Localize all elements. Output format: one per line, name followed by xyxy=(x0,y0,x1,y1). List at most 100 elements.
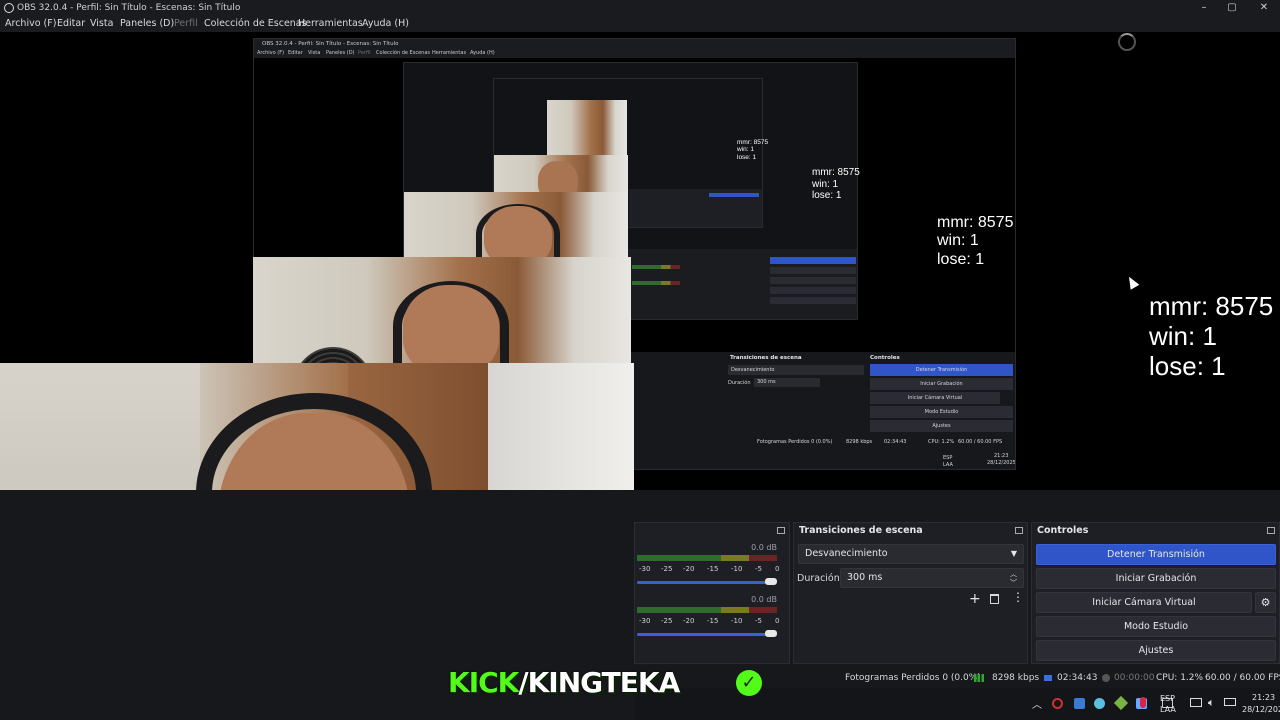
stats-overlay-medium: mmr: 8575 win: 1 lose: 1 xyxy=(937,214,1013,269)
menu-archivo[interactable]: Archivo (F) xyxy=(5,16,56,32)
chevron-up-icon[interactable]: ︿ xyxy=(1032,696,1042,711)
add-transition-icon[interactable]: + xyxy=(969,591,981,607)
menu-ayuda[interactable]: Ayuda (H) xyxy=(362,16,409,32)
mixer-tick-label: -20 xyxy=(683,617,695,625)
menu-bar: Archivo (F) Editar Vista Paneles (D) Per… xyxy=(0,16,1280,32)
nested-menu-item: Colección de Escenas xyxy=(376,50,430,56)
mixer-tick-label: 0 xyxy=(775,617,780,625)
stats-overlay-small: mmr: 8575 win: 1 lose: 1 xyxy=(812,167,860,202)
win-text: win: 1 xyxy=(737,146,754,154)
menu-editar[interactable]: Editar xyxy=(57,16,85,32)
undock-icon[interactable] xyxy=(1267,527,1275,534)
signal-strength-icon xyxy=(974,674,984,682)
window-title: OBS 32.0.4 - Perfil: Sin Título - Escena… xyxy=(17,3,241,13)
transition-select[interactable]: Desvanecimiento ▼ xyxy=(798,544,1024,564)
record-time: 00:00:00 xyxy=(1114,673,1155,683)
mixer-level-2: 0.0 dB xyxy=(751,595,777,604)
win-text: win: 1 xyxy=(1149,320,1217,351)
volume-icon[interactable]: 🔈︎ xyxy=(1208,696,1215,710)
microphone-icon[interactable] xyxy=(1140,697,1146,708)
nested-stop-stream: Detener Transmisión xyxy=(870,364,1013,376)
mixer-tick-label: -15 xyxy=(707,617,719,625)
mixer-tick-label: -30 xyxy=(639,565,651,573)
lose-text: lose: 1 xyxy=(737,153,757,161)
nested-date: 28/12/2025 xyxy=(987,460,1016,466)
app-tray-icon[interactable] xyxy=(1094,698,1105,709)
mixer-level-1: 0.0 dB xyxy=(751,543,777,552)
menu-vista[interactable]: Vista xyxy=(90,16,113,32)
mixer-tick-label: -10 xyxy=(731,617,743,625)
volume-knob-1[interactable] xyxy=(765,578,777,585)
undock-icon[interactable] xyxy=(1015,527,1023,534)
controls-dock: Controles Detener Transmisión Iniciar Gr… xyxy=(1031,522,1280,664)
virtual-camera-settings-gear-icon[interactable]: ⚙ xyxy=(1255,592,1276,613)
record-icon xyxy=(1102,674,1110,682)
nested-studio: Modo Estudio xyxy=(870,406,1013,418)
menu-coleccion[interactable]: Colección de Escenas xyxy=(204,16,307,32)
undock-icon[interactable] xyxy=(777,527,785,534)
app-tray-icon[interactable] xyxy=(1074,698,1085,709)
duration-value: 300 ms xyxy=(847,572,883,583)
transitions-title: Transiciones de escena xyxy=(799,525,923,536)
app-tray-icon[interactable] xyxy=(1113,695,1129,711)
audio-mixer-dock: 0.0 dB -30 -25 -20 -15 -10 -5 0 0.0 dB -30 -25 -… xyxy=(634,522,790,664)
nested-cpu: CPU: 1.2% xyxy=(928,439,955,445)
nested-time: 02:34:43 xyxy=(884,439,907,445)
stats-overlay-tiny: mmr: 8575 win: 1 lose: 1 xyxy=(737,139,768,161)
start-recording-button[interactable]: Iniciar Grabación xyxy=(1036,568,1276,589)
app-tray-icon[interactable] xyxy=(1052,698,1063,709)
menu-paneles[interactable]: Paneles (D) xyxy=(120,16,174,32)
lang-code[interactable]: ESP xyxy=(1160,694,1175,704)
win-text: win: 1 xyxy=(812,178,839,190)
stop-streaming-button[interactable]: Detener Transmisión xyxy=(1036,544,1276,565)
mixer-tick-label: -15 xyxy=(707,565,719,573)
network-icon[interactable] xyxy=(1190,698,1202,707)
bitrate: 8298 kbps xyxy=(992,673,1040,683)
settings-button[interactable]: Ajustes xyxy=(1036,640,1276,661)
nested-menu-item: Vista xyxy=(308,50,321,56)
duration-spinbox[interactable]: 300 ms ︿ ﹀ xyxy=(840,568,1024,588)
menu-perfil[interactable]: Perfil xyxy=(174,16,198,32)
webcam-layer xyxy=(253,257,631,363)
nested-menu-item: Archivo (F) xyxy=(257,50,285,56)
lose-text: lose: 1 xyxy=(1149,350,1226,381)
volume-knob-2[interactable] xyxy=(765,630,777,637)
maximize-button[interactable]: ▢ xyxy=(1216,0,1248,16)
volume-slider-2[interactable] xyxy=(637,633,767,636)
mixer-tick-label: -5 xyxy=(755,617,762,625)
more-options-icon[interactable]: ⋮ xyxy=(1012,591,1024,603)
nested-clock: 21:23 xyxy=(994,453,1009,459)
mixer-tick-label: -25 xyxy=(661,565,673,573)
nested-duration-label: Duración xyxy=(728,380,751,386)
mixer-tick-label: -5 xyxy=(755,565,762,573)
volume-slider-1[interactable] xyxy=(637,581,767,584)
nested-menu: Archivo (F) Editar Vista Paneles (D) Per… xyxy=(254,49,1015,58)
clock-time[interactable]: 21:23 xyxy=(1252,693,1275,702)
trash-icon[interactable] xyxy=(990,594,999,604)
win-text: win: 1 xyxy=(937,232,979,250)
controls-title: Controles xyxy=(1037,525,1089,536)
transitions-dock: Transiciones de escena Desvanecimiento ▼… xyxy=(793,522,1028,664)
clock-date[interactable]: 28/12/2025 xyxy=(1242,705,1280,714)
title-bar: OBS 32.0.4 - Perfil: Sin Título - Escena… xyxy=(0,0,1280,16)
stats-overlay-large: mmr: 8575 win: 1 lose: 1 xyxy=(1149,291,1273,382)
menu-herramientas[interactable]: Herramientas xyxy=(298,16,363,32)
nested-fps: 60.00 / 60.00 FPS xyxy=(958,439,1003,445)
lose-text: lose: 1 xyxy=(937,250,985,268)
nested-start-rec: Iniciar Grabación xyxy=(870,378,1013,390)
kick-channel-label: KICK/KINGTEKA xyxy=(448,666,680,699)
webcam-layer xyxy=(547,100,627,156)
stream-live-icon xyxy=(1044,675,1052,681)
mixer-tick-label: -10 xyxy=(731,565,743,573)
lang-layout[interactable]: LAA xyxy=(1160,705,1176,715)
nested-dropped: Fotogramas Perdidos 0 (0.0%) xyxy=(757,439,833,445)
chevron-down-icon: ▼ xyxy=(1010,549,1017,558)
mmr-text: mmr: 8575 xyxy=(812,167,860,178)
battery-icon[interactable] xyxy=(1224,698,1236,706)
cpu-usage: CPU: 1.2% xyxy=(1156,673,1204,683)
mixer-tick-label: 0 xyxy=(775,565,780,573)
start-virtual-camera-button[interactable]: Iniciar Cámara Virtual xyxy=(1036,592,1252,613)
nested-transition-select: Desvanecimiento xyxy=(728,365,864,375)
close-button[interactable]: ✕ xyxy=(1248,0,1280,16)
studio-mode-button[interactable]: Modo Estudio xyxy=(1036,616,1276,637)
